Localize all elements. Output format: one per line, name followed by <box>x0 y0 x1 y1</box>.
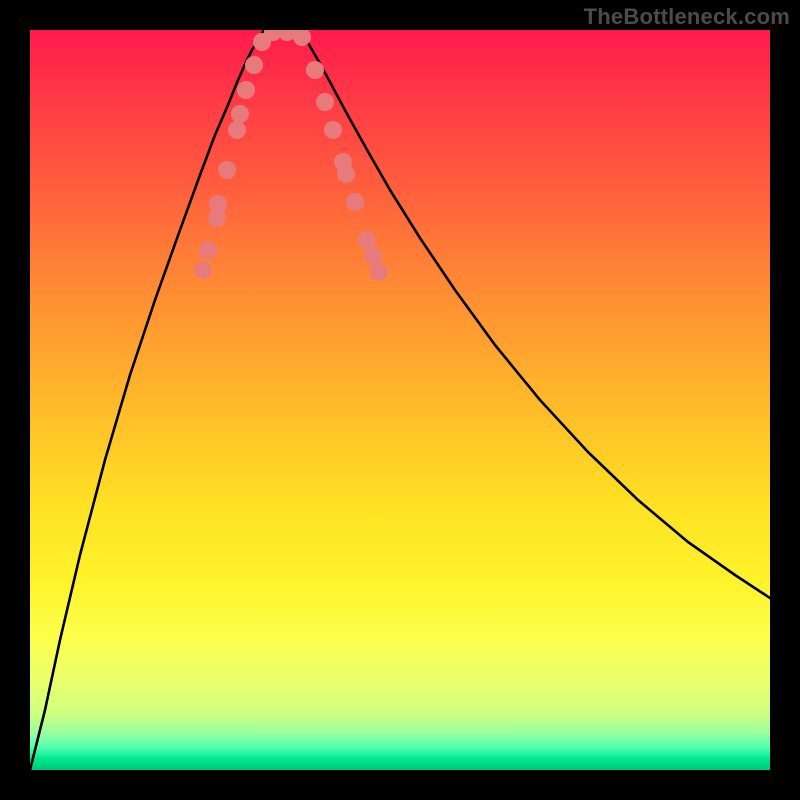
marker-dot <box>199 241 217 259</box>
marker-dot <box>316 93 334 111</box>
curve-path <box>30 30 770 770</box>
marker-dot <box>370 263 388 281</box>
plot-area <box>30 30 770 770</box>
markers-layer <box>194 30 388 281</box>
marker-dot <box>228 121 246 139</box>
marker-dot <box>337 165 355 183</box>
marker-dot <box>364 247 382 265</box>
chart-frame: TheBottleneck.com <box>0 0 800 800</box>
marker-dot <box>324 121 342 139</box>
marker-dot <box>218 161 236 179</box>
marker-dot <box>245 56 263 74</box>
marker-dot <box>209 195 227 213</box>
marker-dot <box>346 193 364 211</box>
marker-dot <box>358 231 376 249</box>
curve-layer <box>30 30 770 770</box>
watermark-text: TheBottleneck.com <box>584 4 790 30</box>
chart-svg <box>30 30 770 770</box>
marker-dot <box>194 261 212 279</box>
marker-dot <box>231 105 249 123</box>
marker-dot <box>306 61 324 79</box>
marker-dot <box>237 81 255 99</box>
